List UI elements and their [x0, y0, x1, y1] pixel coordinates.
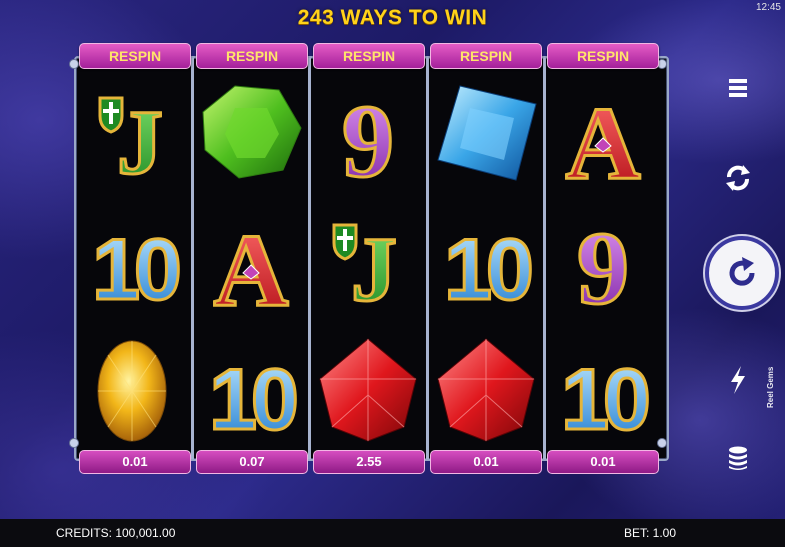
- svg-text:10: 10: [444, 222, 531, 317]
- symbol-10: 10: [195, 335, 307, 448]
- symbol-9: 9: [547, 205, 659, 318]
- respin-button-reel-1[interactable]: RESPIN: [79, 43, 191, 69]
- win-amount-reel-2: 0.07: [196, 450, 308, 474]
- coins-button[interactable]: [714, 440, 762, 476]
- turbo-button[interactable]: [714, 362, 762, 398]
- symbol-red-gem: [312, 335, 424, 447]
- win-amount-reel-1: 0.01: [79, 450, 191, 474]
- spin-button[interactable]: [705, 236, 779, 310]
- frame-rivet: [69, 59, 79, 69]
- svg-text:J: J: [351, 218, 397, 317]
- ways-to-win-title: 243 WAYS TO WIN: [297, 6, 488, 29]
- svg-text:10: 10: [209, 352, 296, 447]
- respin-button-reel-5[interactable]: RESPIN: [547, 43, 659, 69]
- svg-text:J: J: [117, 91, 163, 190]
- symbol-j: J: [78, 78, 190, 190]
- menu-button[interactable]: [714, 70, 762, 106]
- symbol-green-gem: [195, 78, 307, 190]
- game-name-label: Reel Gems: [766, 366, 775, 408]
- symbol-red-gem: [430, 335, 542, 447]
- symbol-10: 10: [430, 205, 542, 318]
- respin-button-reel-3[interactable]: RESPIN: [313, 43, 425, 69]
- coins-icon: [729, 446, 747, 470]
- svg-text:9: 9: [577, 211, 629, 317]
- symbol-a: A: [547, 78, 659, 191]
- win-amount-reel-4: 0.01: [430, 450, 542, 474]
- win-amount-reel-5: 0.01: [547, 450, 659, 474]
- reel-divider: [191, 58, 194, 459]
- symbol-blue-gem: [430, 78, 542, 190]
- autoplay-icon: [726, 165, 750, 191]
- svg-text:9: 9: [342, 84, 394, 190]
- symbol-j: J: [312, 205, 424, 317]
- symbol-10: 10: [547, 335, 659, 448]
- autoplay-button[interactable]: [714, 160, 762, 196]
- svg-text:10: 10: [561, 352, 648, 447]
- turbo-icon: [731, 366, 745, 394]
- menu-icon: [729, 79, 747, 97]
- credits-display: CREDITS: 100,001.00: [56, 526, 176, 540]
- symbol-a: A: [195, 205, 307, 318]
- symbol-10: 10: [78, 205, 190, 318]
- win-amount-reel-3: 2.55: [313, 450, 425, 474]
- bet-display[interactable]: BET: 1.00: [624, 526, 676, 540]
- svg-text:10: 10: [92, 222, 179, 317]
- spin-icon: [729, 257, 755, 286]
- respin-button-reel-2[interactable]: RESPIN: [196, 43, 308, 69]
- reel-divider: [426, 58, 429, 459]
- symbol-9: 9: [312, 78, 424, 191]
- reel-divider: [543, 58, 546, 459]
- symbol-yellow-gem: [78, 335, 190, 447]
- reel-divider: [308, 58, 311, 459]
- respin-button-reel-4[interactable]: RESPIN: [430, 43, 542, 69]
